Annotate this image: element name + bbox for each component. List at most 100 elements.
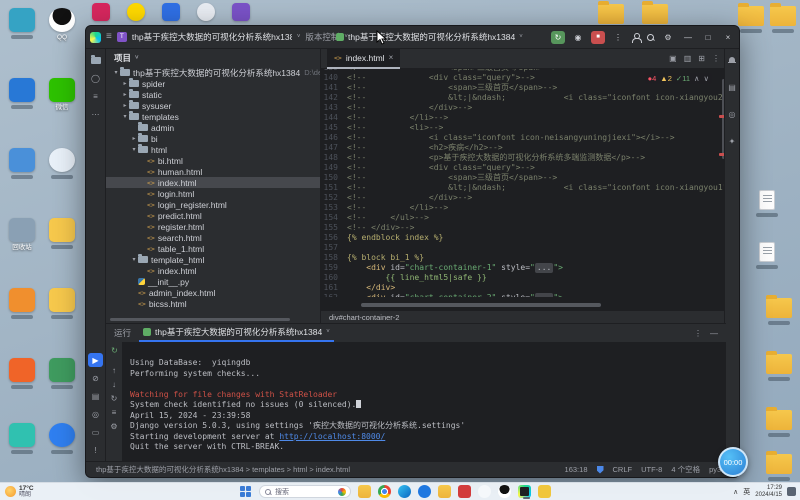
- tree-item-index.html[interactable]: <> index.html: [106, 265, 320, 276]
- run-tab[interactable]: thp基于疾控大数据的可视化分析系统hx1384 ˅: [139, 324, 334, 342]
- run-toolwindow-title[interactable]: 运行: [114, 327, 131, 339]
- gradle-icon[interactable]: ◎: [725, 107, 740, 121]
- console-link[interactable]: http://localhost:8000/: [279, 432, 385, 441]
- notification-center-icon[interactable]: [787, 487, 796, 496]
- clock[interactable]: 17:29 2024/4/15: [755, 485, 782, 499]
- restart-icon[interactable]: ↻: [111, 394, 118, 403]
- tree-item-bicss.html[interactable]: <> bicss.html: [106, 298, 320, 309]
- grid-icon[interactable]: ⊞: [698, 54, 705, 63]
- desktop-icon[interactable]: [44, 288, 80, 319]
- editor-hscrollbar[interactable]: [361, 303, 601, 307]
- input-language[interactable]: 英: [743, 487, 750, 497]
- status-item[interactable]: 163:18: [565, 465, 588, 474]
- desktop-folder[interactable]: [736, 3, 766, 33]
- rerun-server-button[interactable]: ↻: [108, 344, 121, 357]
- desktop-icon[interactable]: 微信: [44, 78, 80, 111]
- taskbar-icon-pycharm[interactable]: [518, 485, 531, 499]
- desktop-folder[interactable]: [764, 451, 794, 481]
- layout-icon[interactable]: ▣: [669, 54, 677, 63]
- taskbar-icon-app-blue-circle[interactable]: [418, 485, 431, 498]
- hide-panel-icon[interactable]: —: [710, 329, 718, 338]
- split-icon[interactable]: ▥: [684, 54, 692, 63]
- tree-item-search.html[interactable]: <> search.html: [106, 232, 320, 243]
- tree-item-admin[interactable]: admin: [106, 122, 320, 133]
- status-item[interactable]: CRLF: [613, 465, 633, 474]
- code-area[interactable]: 139<!-- <span>三级首页</span>-->140<!-- <div…: [321, 69, 726, 297]
- desktop-icon[interactable]: [92, 3, 110, 21]
- desktop-folder[interactable]: [764, 295, 794, 325]
- structure-icon[interactable]: ≡: [88, 89, 103, 103]
- editor-breadcrumb[interactable]: div#chart-container-2: [329, 313, 399, 322]
- screen-timer-badge[interactable]: 00:00: [718, 447, 748, 477]
- desktop-icon[interactable]: [4, 288, 40, 319]
- tree-item-index.html[interactable]: <> index.html: [106, 177, 320, 188]
- desktop-icon[interactable]: [44, 148, 80, 179]
- desktop-icon[interactable]: [4, 78, 40, 109]
- project-icon[interactable]: [88, 53, 103, 67]
- close-button[interactable]: ×: [721, 31, 735, 44]
- profile-icon[interactable]: [631, 32, 642, 43]
- softwrap-icon[interactable]: ≡: [112, 408, 117, 417]
- python-console-icon[interactable]: ◎: [88, 407, 103, 421]
- maximize-button[interactable]: □: [701, 31, 715, 44]
- run-panel-options-icon[interactable]: ⋮: [694, 329, 702, 338]
- tree-item-predict.html[interactable]: <> predict.html: [106, 210, 320, 221]
- tree-item-login.html[interactable]: <> login.html: [106, 188, 320, 199]
- taskbar-icon-chrome[interactable]: [378, 485, 391, 498]
- tree-item-html[interactable]: ▾ html: [106, 144, 320, 155]
- close-tab-icon[interactable]: ×: [389, 53, 394, 62]
- status-breadcrumb[interactable]: thp基于疾控大数据的可视化分析系统hx1384 > templates > h…: [96, 464, 350, 475]
- vcs-menu[interactable]: 版本控制: [305, 31, 339, 43]
- rerun-button[interactable]: ↻: [551, 30, 565, 44]
- database-icon[interactable]: ▤: [725, 80, 740, 94]
- desktop-icon[interactable]: [4, 358, 40, 389]
- taskbar-icon-edge[interactable]: [398, 485, 411, 498]
- desktop-icon[interactable]: [44, 423, 80, 454]
- desktop-icon[interactable]: [44, 218, 80, 249]
- tree-item-__init__.py[interactable]: __init__.py: [106, 276, 320, 287]
- desktop-icon[interactable]: [162, 3, 180, 21]
- desktop-folder[interactable]: [764, 407, 794, 437]
- more-tools-icon[interactable]: ⋯: [88, 107, 103, 121]
- tree-item-static[interactable]: ▸ static: [106, 89, 320, 100]
- taskbar-icon-file-explorer[interactable]: [358, 485, 371, 498]
- tree-item-bi.html[interactable]: <> bi.html: [106, 155, 320, 166]
- status-item[interactable]: UTF-8: [641, 465, 662, 474]
- main-menu-icon[interactable]: ≡: [106, 32, 112, 42]
- terminal-icon[interactable]: ▭: [88, 425, 103, 439]
- commit-icon[interactable]: ◯: [88, 71, 103, 85]
- run-console[interactable]: Using DataBase: yiqingdb Performing syste…: [122, 342, 726, 463]
- desktop-icon[interactable]: [4, 423, 40, 454]
- tree-item-register.html[interactable]: <> register.html: [106, 221, 320, 232]
- taskbar-search[interactable]: 搜索: [259, 485, 351, 498]
- project-name[interactable]: thp基于疾控大数据的可视化分析系统hx1384: [132, 31, 292, 43]
- desktop-folder[interactable]: [764, 351, 794, 381]
- scroll-down-icon[interactable]: ↓: [112, 380, 116, 389]
- desktop-folder[interactable]: [640, 1, 670, 24]
- taskbar-icon-chat-app[interactable]: [478, 485, 491, 498]
- desktop-icon[interactable]: QQ: [44, 8, 80, 41]
- desktop-document[interactable]: [752, 240, 782, 269]
- tree-item-admin_index.html[interactable]: <> admin_index.html: [106, 287, 320, 298]
- tree-item-bi[interactable]: ▸ bi: [106, 133, 320, 144]
- tree-item-template_html[interactable]: ▾ template_html: [106, 254, 320, 265]
- desktop-folder[interactable]: [768, 3, 798, 33]
- desktop-document[interactable]: [752, 188, 782, 217]
- services-icon[interactable]: ▤: [88, 389, 103, 403]
- tree-item-human.html[interactable]: <> human.html: [106, 166, 320, 177]
- scroll-up-icon[interactable]: ↑: [112, 366, 116, 375]
- tree-item-templates[interactable]: ▾ templates: [106, 111, 320, 122]
- desktop-icon[interactable]: [232, 3, 250, 21]
- desktop-folder[interactable]: [596, 1, 626, 24]
- tray-expand-icon[interactable]: ∧: [733, 488, 738, 496]
- minimize-button[interactable]: —: [681, 31, 695, 44]
- tab-index-html[interactable]: <> index.html ×: [327, 48, 401, 69]
- taskbar-icon-folder-app[interactable]: [438, 485, 451, 498]
- stop-button[interactable]: ■: [591, 30, 605, 44]
- start-button[interactable]: [240, 485, 252, 498]
- tree-item-spider[interactable]: ▸ spider: [106, 78, 320, 89]
- desktop-icon[interactable]: [197, 3, 215, 21]
- run-config-name[interactable]: thp基于疾控大数据的可视化分析系统hx1384: [348, 31, 515, 43]
- settings-gear-icon[interactable]: ⚙: [661, 31, 675, 44]
- project-panel-title[interactable]: 项目: [114, 52, 131, 64]
